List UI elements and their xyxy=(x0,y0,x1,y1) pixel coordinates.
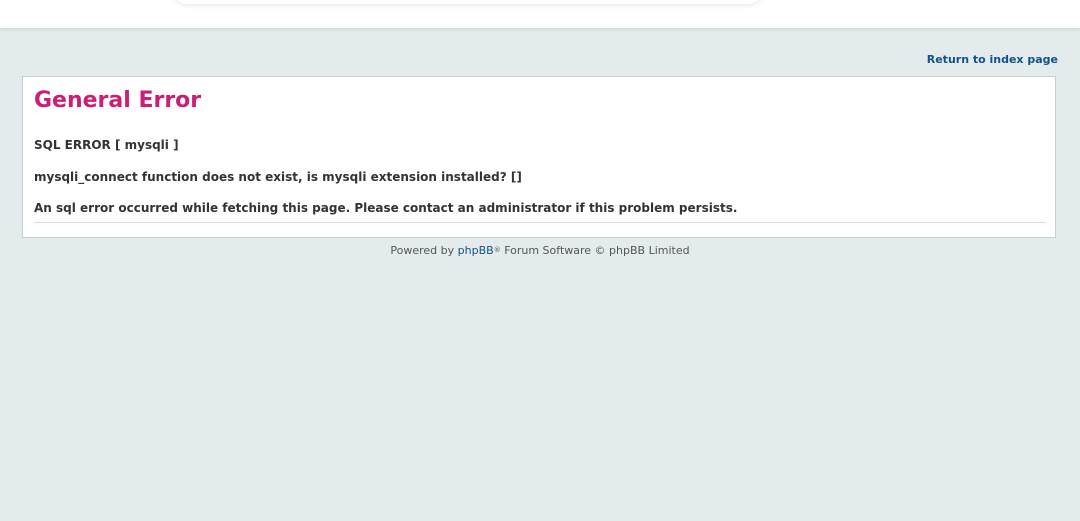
error-panel-content: General Error SQL ERROR [ mysqli ] mysql… xyxy=(34,87,1046,223)
error-message-text: mysqli_connect function does not exist, … xyxy=(34,170,522,184)
registered-mark: ® xyxy=(493,246,501,254)
panel-divider xyxy=(34,222,1046,223)
footer-suffix: Forum Software © phpBB Limited xyxy=(504,244,690,257)
browser-top-bar xyxy=(0,0,1080,28)
error-panel: General Error SQL ERROR [ mysqli ] mysql… xyxy=(22,76,1056,238)
page-title: General Error xyxy=(34,88,202,113)
browser-address-bar[interactable] xyxy=(170,0,765,4)
error-description-text: An sql error occurred while fetching thi… xyxy=(34,201,738,215)
footer: Powered by phpBB® Forum Software © phpBB… xyxy=(0,244,1080,258)
sql-error-text: SQL ERROR [ mysqli ] xyxy=(34,138,179,152)
phpbb-link[interactable]: phpBB xyxy=(458,244,494,257)
footer-prefix: Powered by xyxy=(390,244,455,257)
return-to-index-link[interactable]: Return to index page xyxy=(927,53,1058,66)
